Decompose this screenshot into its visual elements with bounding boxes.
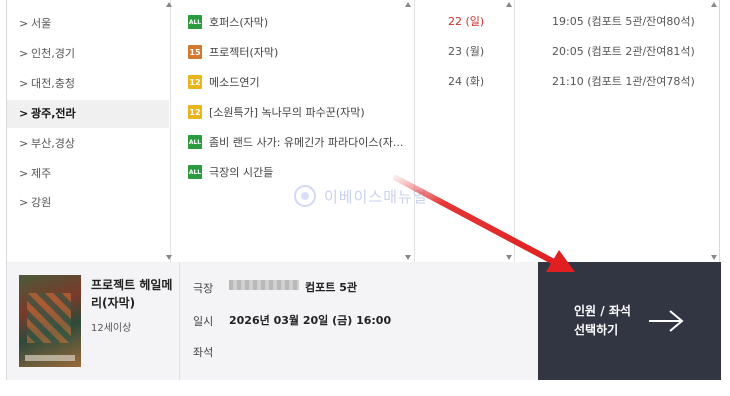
movie-item[interactable]: 12 [소원특가] 녹나무의 파수꾼(자막)	[188, 102, 365, 122]
select-seat-button[interactable]: 인원 / 좌석 선택하기	[538, 262, 721, 380]
region-item-seoul[interactable]: > 서울	[7, 10, 169, 38]
selected-movie-title: 프로젝트 헤일메리(자막)	[91, 278, 173, 310]
seat-label: 좌석	[193, 346, 214, 359]
arrow-right-icon	[649, 310, 684, 332]
movie-list: ALL 호퍼스(자막) 15 프로젝터(자막) 12 메소드연기 12 [소원특가] 녹…	[176, 0, 410, 262]
scroll-up-icon[interactable]	[506, 2, 512, 7]
datetime-value: 2026년 03월 20일 (금) 16:00	[229, 314, 392, 327]
scroll-down-icon[interactable]	[506, 255, 512, 260]
watermark-logo-icon	[294, 185, 316, 207]
showtime-item[interactable]: 20:05 (컴포트 2관/잔여81석)	[552, 42, 695, 62]
selected-movie-age: 12세이상	[91, 323, 132, 334]
showtime-item[interactable]: 19:05 (컴포트 5관/잔여80석)	[552, 12, 695, 32]
scroll-down-icon[interactable]	[166, 255, 172, 260]
column-divider	[414, 0, 415, 262]
theater-label: 극장	[193, 282, 214, 295]
movie-poster	[19, 275, 81, 367]
panel-divider	[179, 262, 180, 380]
rating-12-icon: 12	[188, 105, 202, 119]
scroll-down-icon[interactable]	[711, 255, 717, 260]
theater-name-blurred	[229, 280, 299, 290]
rating-15-icon: 15	[188, 45, 202, 59]
region-item-busan-gyeongsang[interactable]: > 부산,경상	[7, 130, 169, 158]
movie-item[interactable]: ALL 극장의 시간들	[188, 162, 273, 182]
date-item[interactable]: 23 (월)	[448, 42, 484, 62]
region-item-jeju[interactable]: > 제주	[7, 160, 169, 188]
watermark: 이베이스매뉴얼	[294, 185, 428, 207]
region-item-gangwon[interactable]: > 강원	[7, 189, 169, 217]
movie-item[interactable]: 15 프로젝터(자막)	[188, 42, 278, 62]
movie-item[interactable]: ALL 좀비 랜드 사가: 유메긴가 파라다이스(자...	[188, 132, 403, 152]
movie-item[interactable]: ALL 호퍼스(자막)	[188, 12, 268, 32]
scroll-up-icon[interactable]	[711, 2, 717, 7]
movie-item[interactable]: 12 메소드연기	[188, 72, 260, 92]
rating-all-icon: ALL	[188, 15, 202, 29]
rating-all-icon: ALL	[188, 165, 202, 179]
selection-panel: 프로젝트 헤일메리(자막) 12세이상 극장 컴포트 5관 일시 2026년 0…	[6, 262, 721, 380]
region-item-daejeon-chungcheong[interactable]: > 대전,충청	[7, 70, 169, 98]
region-item-incheon-gyeonggi[interactable]: > 인천,경기	[7, 40, 169, 68]
rating-12-icon: 12	[188, 75, 202, 89]
region-list: > 서울 > 인천,경기 > 대전,충청 > 광주,전라 > 부산,경상 > 제주 > 강원	[6, 0, 171, 262]
scroll-up-icon[interactable]	[166, 2, 172, 7]
column-divider	[514, 0, 515, 262]
theater-value: 컴포트 5관	[305, 281, 357, 294]
region-item-gwangju-jeolla[interactable]: > 광주,전라	[7, 100, 169, 128]
date-item[interactable]: 22 (일)	[448, 12, 484, 32]
date-item[interactable]: 24 (화)	[448, 72, 484, 92]
showtime-item[interactable]: 21:10 (컴포트 1관/잔여78석)	[552, 72, 695, 92]
rating-all-icon: ALL	[188, 135, 202, 149]
datetime-label: 일시	[193, 315, 214, 328]
